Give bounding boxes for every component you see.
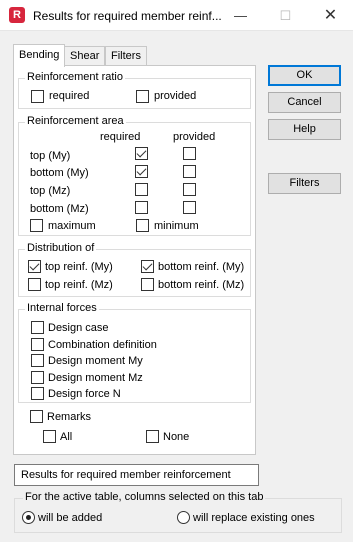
will-be-added-radio[interactable] xyxy=(22,511,35,524)
column-header-provided: provided xyxy=(173,131,216,143)
radio-label: will replace existing ones xyxy=(193,512,315,524)
bending-tab-panel: Reinforcement ratio required provided Re… xyxy=(13,65,256,455)
top-mz-required-checkbox[interactable] xyxy=(135,183,148,196)
radio-label: will be added xyxy=(38,512,103,524)
checkbox-label: provided xyxy=(154,90,197,102)
design-case-checkbox[interactable] xyxy=(31,321,44,334)
top-reinf-mz-checkbox[interactable] xyxy=(28,278,41,291)
checkbox-label: All xyxy=(60,431,73,443)
bottom-reinf-mz-checkbox[interactable] xyxy=(141,278,154,291)
top-my-required-checkbox[interactable] xyxy=(135,147,148,160)
row-label-bottom-mz: bottom (Mz) xyxy=(30,203,89,215)
bottom-my-provided-checkbox[interactable] xyxy=(183,165,196,178)
checkbox-label: Design case xyxy=(48,322,109,334)
close-button[interactable]: ✕ xyxy=(308,0,353,31)
title-bar: R Results for required member reinf... —… xyxy=(0,0,353,31)
checkbox-label: None xyxy=(163,431,190,443)
distribution-group: Distribution of top reinf. (My) bottom r… xyxy=(18,242,251,297)
app-logo-icon: R xyxy=(9,7,25,23)
design-moment-mz-checkbox[interactable] xyxy=(31,371,44,384)
minimum-checkbox[interactable] xyxy=(136,219,149,232)
checkbox-label: Remarks xyxy=(47,411,92,423)
maximize-button: ☐ xyxy=(279,8,292,23)
top-reinf-my-checkbox[interactable] xyxy=(28,260,41,273)
replace-existing-radio[interactable] xyxy=(177,511,190,524)
checkbox-label: Design moment My xyxy=(48,355,143,367)
window-title: Results for required member reinf... xyxy=(33,9,222,23)
maximum-checkbox[interactable] xyxy=(30,219,43,232)
group-title: Internal forces xyxy=(25,302,99,314)
checkbox-label: bottom reinf. (My) xyxy=(158,261,245,273)
combination-definition-checkbox[interactable] xyxy=(31,338,44,351)
required-ratio-checkbox[interactable] xyxy=(31,90,44,103)
top-my-provided-checkbox[interactable] xyxy=(183,147,196,160)
checkbox-label: bottom reinf. (Mz) xyxy=(158,279,245,291)
checkbox-label: top reinf. (Mz) xyxy=(45,279,113,291)
checkbox-label: top reinf. (My) xyxy=(45,261,113,273)
group-title: Reinforcement ratio xyxy=(25,71,125,83)
tab-filters[interactable]: Filters xyxy=(105,46,147,66)
cancel-button[interactable]: Cancel xyxy=(268,92,341,113)
table-name-input[interactable]: Results for required member reinforcemen… xyxy=(14,464,259,486)
checkbox-label: Combination definition xyxy=(48,339,157,351)
reinforcement-area-group: Reinforcement area required provided top… xyxy=(18,115,251,236)
checkbox-label: minimum xyxy=(154,220,199,232)
checkbox-label: Design force N xyxy=(48,388,121,400)
group-title: For the active table, columns selected o… xyxy=(23,491,266,503)
row-label-top-my: top (My) xyxy=(30,150,71,162)
group-title: Reinforcement area xyxy=(25,115,126,127)
top-mz-provided-checkbox[interactable] xyxy=(183,183,196,196)
remarks-none-checkbox[interactable] xyxy=(146,430,159,443)
tab-shear[interactable]: Shear xyxy=(64,46,106,66)
column-header-required: required xyxy=(100,131,141,143)
bottom-mz-required-checkbox[interactable] xyxy=(135,201,148,214)
remarks-all-checkbox[interactable] xyxy=(43,430,56,443)
design-moment-my-checkbox[interactable] xyxy=(31,354,44,367)
row-label-bottom-my: bottom (My) xyxy=(30,167,89,179)
checkbox-label: maximum xyxy=(48,220,96,232)
provided-ratio-checkbox[interactable] xyxy=(136,90,149,103)
columns-option-group: For the active table, columns selected o… xyxy=(14,491,342,533)
bottom-reinf-my-checkbox[interactable] xyxy=(141,260,154,273)
remarks-checkbox[interactable] xyxy=(30,410,43,423)
design-force-n-checkbox[interactable] xyxy=(31,387,44,400)
checkbox-label: Design moment Mz xyxy=(48,372,143,384)
ok-button[interactable]: OK xyxy=(268,65,341,86)
row-label-top-mz: top (Mz) xyxy=(30,185,71,197)
filters-button[interactable]: Filters xyxy=(268,173,341,194)
help-button[interactable]: Help xyxy=(268,119,341,140)
reinforcement-ratio-group: Reinforcement ratio required provided xyxy=(18,71,251,109)
internal-forces-group: Internal forces Design case Combination … xyxy=(18,302,251,403)
tab-bending[interactable]: Bending xyxy=(13,44,66,67)
minimize-button[interactable]: — xyxy=(218,0,263,31)
bottom-my-required-checkbox[interactable] xyxy=(135,165,148,178)
group-title: Distribution of xyxy=(25,242,97,254)
checkbox-label: required xyxy=(49,90,90,102)
bottom-mz-provided-checkbox[interactable] xyxy=(183,201,196,214)
